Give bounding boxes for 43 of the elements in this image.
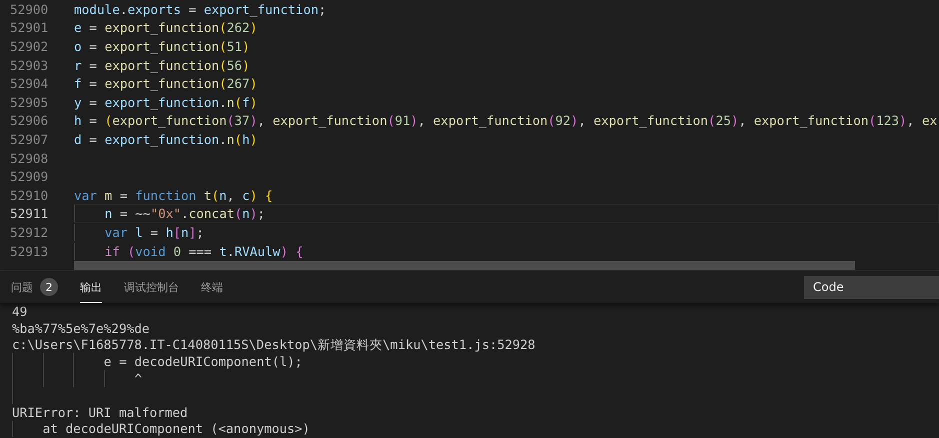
indent-guide (104, 370, 105, 387)
code-line: f = export_function(267) (74, 76, 258, 92)
code-line: module.exports = export_function; (74, 2, 326, 17)
line-number: 52912 (9, 224, 50, 240)
scrollbar[interactable] (74, 261, 855, 270)
panel-tab[interactable]: 调试控制台 (124, 271, 179, 303)
line-number: 52913 (9, 244, 50, 259)
indent-guide (74, 242, 75, 260)
line-number: 52911 (9, 206, 50, 222)
code-line: n = ~~"0x".concat(n); (104, 206, 266, 222)
output-text: c:\Users\F1685778.IT-C14080115S\Desktop\新增資料夾\miku\test1.js:52928 (12, 336, 536, 354)
output-text: 49 (12, 304, 28, 319)
output-text: e = decodeURIComponent(l); (104, 354, 302, 370)
line-number: 52903 (9, 58, 50, 73)
count-badge: 2 (40, 278, 58, 296)
line-number: 52906 (9, 113, 50, 128)
code-line: if (void 0 === t.RVAulw) { (104, 244, 304, 259)
line-number: 52900 (9, 2, 50, 17)
code-line: e = export_function(262) (74, 20, 258, 36)
output-channel-select[interactable]: Code (804, 276, 939, 298)
line-number: 52910 (9, 188, 50, 203)
line-number: 52905 (9, 94, 50, 110)
line-number: 52909 (9, 169, 50, 184)
code-line: y = export_function.n(f) (74, 94, 258, 110)
code-line: var m = function t(n, c) { (74, 188, 273, 203)
panel-tab[interactable]: 输出 (80, 271, 102, 303)
panel-tab[interactable]: 终端 (201, 271, 223, 303)
indent-guide (12, 420, 13, 438)
line-number: 52901 (9, 20, 50, 36)
output-text: %ba%77%5e%7e%29%de (12, 320, 150, 336)
line-number: 52902 (9, 38, 50, 54)
line-number: 52904 (9, 76, 50, 92)
output-text: at decodeURIComponent (<anonymous>) (42, 421, 310, 436)
code-line: d = export_function.n(h) (74, 132, 258, 147)
code-line: o = export_function(51) (74, 38, 250, 54)
output-text: ^ (134, 371, 142, 386)
code-line: var l = h[n]; (104, 224, 204, 240)
output-text: URIError: URI malformed (12, 404, 188, 420)
line-number: 52908 (9, 150, 50, 166)
code-line: h = (export_function(37), export_function(91), export_function(92), export_function(25), export_function(123), ex (74, 113, 938, 128)
line-number: 52907 (9, 132, 50, 147)
code-line: r = export_function(56) (74, 58, 250, 73)
panel-tab[interactable]: 问题 2 (11, 271, 58, 303)
